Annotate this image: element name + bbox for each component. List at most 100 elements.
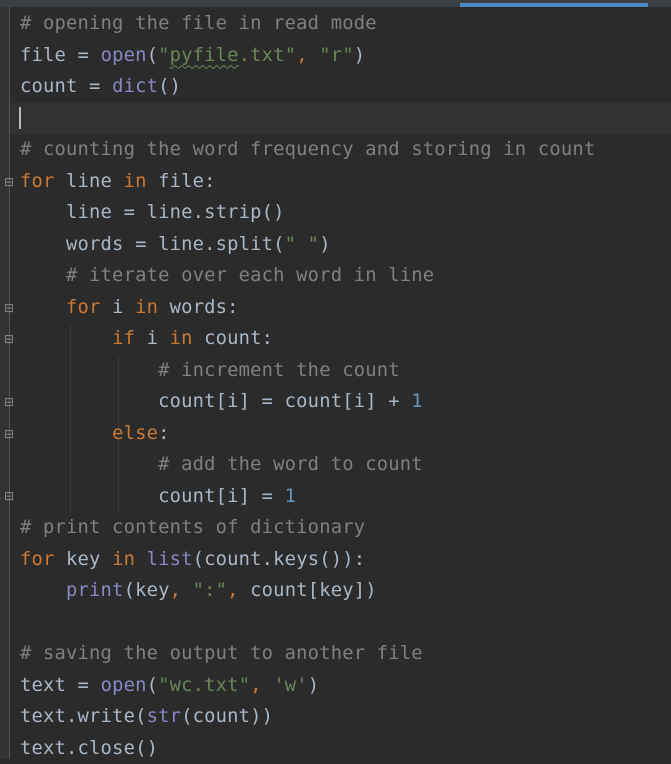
code-token: (count.keys()):	[193, 549, 366, 570]
code-token: # counting the word frequency and storin…	[20, 139, 595, 160]
fold-end-icon[interactable]: ⊟	[3, 396, 15, 408]
code-line[interactable]: print(key, ":", count[key])	[20, 575, 595, 607]
code-token: count:	[204, 328, 273, 349]
code-token: (key	[124, 580, 170, 601]
code-token: (	[147, 675, 159, 696]
code-token	[20, 580, 66, 601]
fold-end-icon[interactable]: ⊟	[3, 490, 15, 502]
code-token: 'w'	[273, 675, 308, 696]
code-token: )	[308, 675, 320, 696]
code-line[interactable]: file = open("pyfile.txt", "r")	[20, 40, 595, 72]
code-token: count =	[20, 76, 112, 97]
code-token: " "	[285, 234, 320, 255]
code-token: if	[112, 328, 147, 349]
code-token: in	[170, 328, 205, 349]
code-token: count[i] =	[20, 486, 285, 507]
code-token: words = line.split(	[20, 234, 285, 255]
code-token: for	[66, 297, 112, 318]
code-token: ,	[170, 580, 193, 601]
code-token: )	[354, 45, 366, 66]
code-token: count[i] = count[i] +	[20, 391, 411, 412]
code-token: key	[66, 549, 112, 570]
code-line[interactable]: line = line.strip()	[20, 197, 595, 229]
code-token: ,	[296, 45, 319, 66]
code-line[interactable]: # add the word to count	[20, 449, 595, 481]
code-token: in	[124, 171, 159, 192]
code-line[interactable]: for line in file:	[20, 166, 595, 198]
horizontal-scroll-indicator[interactable]	[460, 3, 648, 7]
code-line[interactable]: # saving the output to another file	[20, 638, 595, 670]
code-token: for	[20, 171, 66, 192]
code-token: i	[147, 328, 170, 349]
code-token: for	[20, 549, 66, 570]
code-editor[interactable]: ⊟ ⊟ ⊟ ⊟ ⊟ ⊟ # opening the file in read m…	[0, 0, 671, 759]
code-token: text =	[20, 675, 101, 696]
code-token: in	[135, 297, 170, 318]
code-line[interactable]: # counting the word frequency and storin…	[20, 134, 595, 166]
code-line[interactable]	[20, 103, 595, 135]
fold-open-icon[interactable]: ⊟	[3, 333, 15, 345]
code-token: .txt"	[239, 45, 297, 66]
code-token: open	[101, 45, 147, 66]
code-token: words:	[170, 297, 239, 318]
code-token: text.close()	[20, 738, 158, 759]
code-token: (	[147, 45, 159, 66]
code-token: ":"	[193, 580, 228, 601]
code-token: )	[319, 234, 331, 255]
code-token: i	[112, 297, 135, 318]
code-line[interactable]: if i in count:	[20, 323, 595, 355]
code-line[interactable]: else:	[20, 418, 595, 450]
code-token: str	[147, 706, 182, 727]
fold-open-icon[interactable]: ⊟	[3, 428, 15, 440]
spellcheck-token: pyfile	[170, 45, 239, 66]
code-token: list	[147, 549, 193, 570]
code-token: line = line.strip()	[20, 202, 285, 223]
code-token: text.write(	[20, 706, 147, 727]
fold-open-icon[interactable]: ⊟	[3, 176, 15, 188]
code-line[interactable]	[20, 607, 595, 639]
code-line[interactable]: # increment the count	[20, 355, 595, 387]
code-line[interactable]: # print contents of dictionary	[20, 512, 595, 544]
code-token: ,	[227, 580, 250, 601]
code-token: # saving the output to another file	[20, 643, 423, 664]
fold-open-icon[interactable]: ⊟	[3, 302, 15, 314]
code-content[interactable]: # opening the file in read mode file = op…	[20, 8, 595, 764]
code-token: (count))	[181, 706, 273, 727]
code-token: "r"	[319, 45, 354, 66]
code-line[interactable]: count[i] = 1	[20, 481, 595, 513]
code-token: 1	[285, 486, 297, 507]
code-token: open	[101, 675, 147, 696]
code-token: # print contents of dictionary	[20, 517, 365, 538]
code-line[interactable]: text = open("wc.txt", 'w')	[20, 670, 595, 702]
code-token: :	[158, 423, 170, 444]
code-token: # add the word to count	[20, 454, 423, 475]
code-token: line	[66, 171, 124, 192]
code-line[interactable]: count = dict()	[20, 71, 595, 103]
code-token: dict	[112, 76, 158, 97]
code-line[interactable]: # iterate over each word in line	[20, 260, 595, 292]
code-token: print	[66, 580, 124, 601]
code-token: # opening the file in read mode	[20, 13, 377, 34]
code-line[interactable]: words = line.split(" ")	[20, 229, 595, 261]
code-token: # increment the count	[20, 360, 400, 381]
code-token: "wc.txt"	[158, 675, 250, 696]
code-line[interactable]: text.write(str(count))	[20, 701, 595, 733]
code-line[interactable]: # opening the file in read mode	[20, 8, 595, 40]
code-line[interactable]: text.close()	[20, 733, 595, 764]
code-token: "	[158, 45, 170, 66]
code-token: file:	[158, 171, 216, 192]
code-token	[20, 328, 112, 349]
code-line[interactable]: for i in words:	[20, 292, 595, 324]
code-token	[20, 297, 66, 318]
code-token: in	[112, 549, 147, 570]
code-token: ,	[250, 675, 273, 696]
code-token	[20, 423, 112, 444]
code-line[interactable]: for key in list(count.keys()):	[20, 544, 595, 576]
code-token: file =	[20, 45, 101, 66]
code-token: 1	[411, 391, 423, 412]
code-token: # iterate over each word in line	[20, 265, 434, 286]
code-token: count[key])	[250, 580, 377, 601]
code-token: ()	[158, 76, 181, 97]
code-line[interactable]: count[i] = count[i] + 1	[20, 386, 595, 418]
code-token: else	[112, 423, 158, 444]
